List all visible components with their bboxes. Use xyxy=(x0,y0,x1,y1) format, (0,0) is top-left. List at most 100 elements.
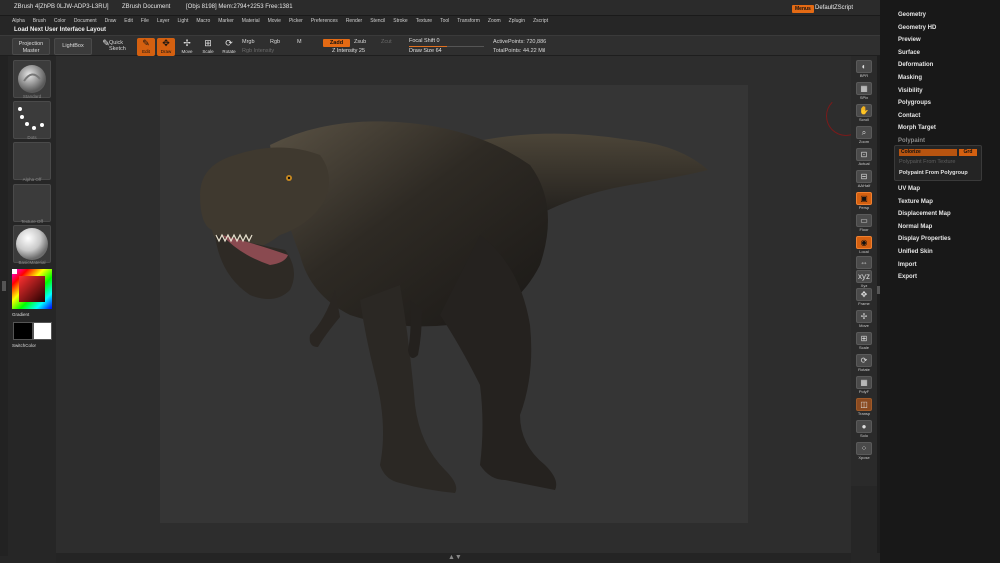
zadd-button[interactable]: Zadd xyxy=(323,39,350,47)
rgb-intensity-slider[interactable]: Rgb Intensity xyxy=(242,48,274,54)
shelf-actual-button[interactable]: ⊡ Actual xyxy=(854,148,874,170)
secondary-color-swatch[interactable] xyxy=(33,322,52,340)
menu-material[interactable]: Material xyxy=(242,16,260,26)
projection-master-button[interactable]: Projection Master xyxy=(12,38,50,55)
shelf-frame-button[interactable]: ✥ Frame xyxy=(854,288,874,310)
brush-selector[interactable] xyxy=(13,60,51,98)
menu-light[interactable]: Light xyxy=(177,16,188,26)
polypaint-from-texture-button[interactable]: Polypaint From Texture xyxy=(899,159,955,165)
menu-zoom[interactable]: Zoom xyxy=(488,16,501,26)
palette-item-uv-map[interactable]: UV Map xyxy=(898,183,998,196)
bottom-tray-handle[interactable]: ▲▼ xyxy=(56,553,851,563)
top-shelf: Projection Master LightBox ✎ Quick Sketc… xyxy=(0,35,880,57)
menu-texture[interactable]: Texture xyxy=(416,16,432,26)
default-zscript-button[interactable]: DefaultZScript xyxy=(815,5,853,11)
zsub-button[interactable]: Zsub xyxy=(354,39,366,45)
draw-size-slider[interactable]: Draw Size 64 xyxy=(409,47,484,57)
draw-button[interactable]: ✥ Draw xyxy=(157,38,175,56)
palette-item-morph-target[interactable]: Morph Target xyxy=(898,122,1000,135)
menu-zscript[interactable]: Zscript xyxy=(533,16,548,26)
mrgb-button[interactable]: Mrgb xyxy=(242,39,255,45)
palette-item-displacement-map[interactable]: Displacement Map xyxy=(898,208,998,221)
shelf-xpose-button[interactable]: ⁘ Xpose xyxy=(854,442,874,464)
palette-item-unified-skin[interactable]: Unified Skin xyxy=(898,246,998,259)
left-tray-handle[interactable] xyxy=(0,56,8,556)
palette-item-deformation[interactable]: Deformation xyxy=(898,59,1000,72)
menu-stroke[interactable]: Stroke xyxy=(393,16,407,26)
shelf-solo-button[interactable]: ● Solo xyxy=(854,420,874,442)
palette-item-normal-map[interactable]: Normal Map xyxy=(898,221,998,234)
menu-marker[interactable]: Marker xyxy=(218,16,234,26)
shelf-aahalf-button[interactable]: ⊟ AAHalf xyxy=(854,170,874,192)
menu-zplugin[interactable]: Zplugin xyxy=(509,16,525,26)
shelf-local-button[interactable]: ◉ Local xyxy=(854,236,874,258)
palette-item-visibility[interactable]: Visibility xyxy=(898,85,1000,98)
stroke-selector[interactable] xyxy=(13,101,51,139)
menu-layer[interactable]: Layer xyxy=(157,16,170,26)
menu-edit[interactable]: Edit xyxy=(124,16,133,26)
shelf-scale-button[interactable]: ⊞ Scale xyxy=(854,332,874,354)
alpha-selector[interactable] xyxy=(13,142,51,180)
shelf-move-button[interactable]: ✢ Move xyxy=(854,310,874,332)
menu-color[interactable]: Color xyxy=(54,16,66,26)
shelf-label: Solo xyxy=(859,433,868,438)
palette-item-export[interactable]: Export xyxy=(898,271,998,284)
rotate-button[interactable]: ⟳ Rotate xyxy=(220,38,238,56)
palette-item-contact[interactable]: Contact xyxy=(898,110,1000,123)
menu-render[interactable]: Render xyxy=(346,16,362,26)
menu-alpha[interactable]: Alpha xyxy=(12,16,25,26)
palette-item-texture-map[interactable]: Texture Map xyxy=(898,196,998,209)
shelf-scroll-button[interactable]: ✋ Scroll xyxy=(854,104,874,126)
palette-item-masking[interactable]: Masking xyxy=(898,72,1000,85)
rgb-button[interactable]: Rgb xyxy=(270,39,280,45)
palette-item-surface[interactable]: Surface xyxy=(898,47,1000,60)
shelf-persp-button[interactable]: ▣ Persp xyxy=(854,192,874,214)
shelf-floor-button[interactable]: ▭ Floor xyxy=(854,214,874,236)
menu-brush[interactable]: Brush xyxy=(33,16,46,26)
palette-item-import[interactable]: Import xyxy=(898,259,998,272)
shelf-spix-button[interactable]: ▦ SPix xyxy=(854,82,874,104)
texture-selector[interactable] xyxy=(13,184,51,222)
switch-color-button[interactable]: SwitchColor xyxy=(12,343,60,348)
load-next-layout-button[interactable]: Load Next User Interface Layout xyxy=(14,27,106,33)
color-picker[interactable] xyxy=(11,268,53,310)
move-button[interactable]: ✢ Move xyxy=(178,38,196,56)
menu-stencil[interactable]: Stencil xyxy=(370,16,385,26)
m-button[interactable]: M xyxy=(297,39,302,45)
focal-shift-slider[interactable]: Focal Shift 0 xyxy=(409,37,484,47)
menu-file[interactable]: File xyxy=(141,16,149,26)
main-color-swatch[interactable] xyxy=(13,322,33,340)
palette-item-geometry[interactable]: Geometry xyxy=(898,9,1000,22)
dinosaur-model[interactable] xyxy=(160,85,748,523)
menu-transform[interactable]: Transform xyxy=(457,16,480,26)
shelf-bpr-button[interactable]: ◐ BPR xyxy=(854,60,874,82)
menu-tool[interactable]: Tool xyxy=(440,16,449,26)
colorize-toggle[interactable]: Colorize xyxy=(899,149,957,156)
palette-item-display-properties[interactable]: Display Properties xyxy=(898,233,998,246)
polypaint-from-polygroup-button[interactable]: Polypaint From Polygroup xyxy=(899,170,968,176)
menu-preferences[interactable]: Preferences xyxy=(311,16,338,26)
palette-item-polygroups[interactable]: Polygroups xyxy=(898,97,1000,110)
menu-document[interactable]: Document xyxy=(74,16,97,26)
menu-draw[interactable]: Draw xyxy=(105,16,117,26)
palette-item-preview[interactable]: Preview xyxy=(898,34,1000,47)
menus-toggle-button[interactable]: Menus xyxy=(792,5,814,13)
canvas[interactable] xyxy=(160,85,748,523)
menu-movie[interactable]: Movie xyxy=(268,16,281,26)
edit-button[interactable]: ✎ Edit xyxy=(137,38,155,56)
menu-macro[interactable]: Macro xyxy=(196,16,210,26)
menu-picker[interactable]: Picker xyxy=(289,16,303,26)
grd-toggle[interactable]: Grd xyxy=(959,149,977,156)
shelf-polyf-button[interactable]: ▦ PolyF xyxy=(854,376,874,398)
main-secondary-color[interactable] xyxy=(11,322,53,342)
z-intensity-slider[interactable]: Z Intensity 25 xyxy=(332,47,400,57)
lightbox-button[interactable]: LightBox xyxy=(54,38,92,55)
palette-item-geometry-hd[interactable]: Geometry HD xyxy=(898,22,1000,35)
shelf-zoom-button[interactable]: ⌕ Zoom xyxy=(854,126,874,148)
material-selector[interactable] xyxy=(13,225,51,263)
gradient-label[interactable]: Gradient xyxy=(12,312,60,317)
scale-button[interactable]: ⊞ Scale xyxy=(199,38,217,56)
shelf-rotate-button[interactable]: ⟳ Rotate xyxy=(854,354,874,376)
shelf-transp-button[interactable]: ◫ Transp xyxy=(854,398,874,420)
zcut-button[interactable]: Zcut xyxy=(381,39,392,45)
